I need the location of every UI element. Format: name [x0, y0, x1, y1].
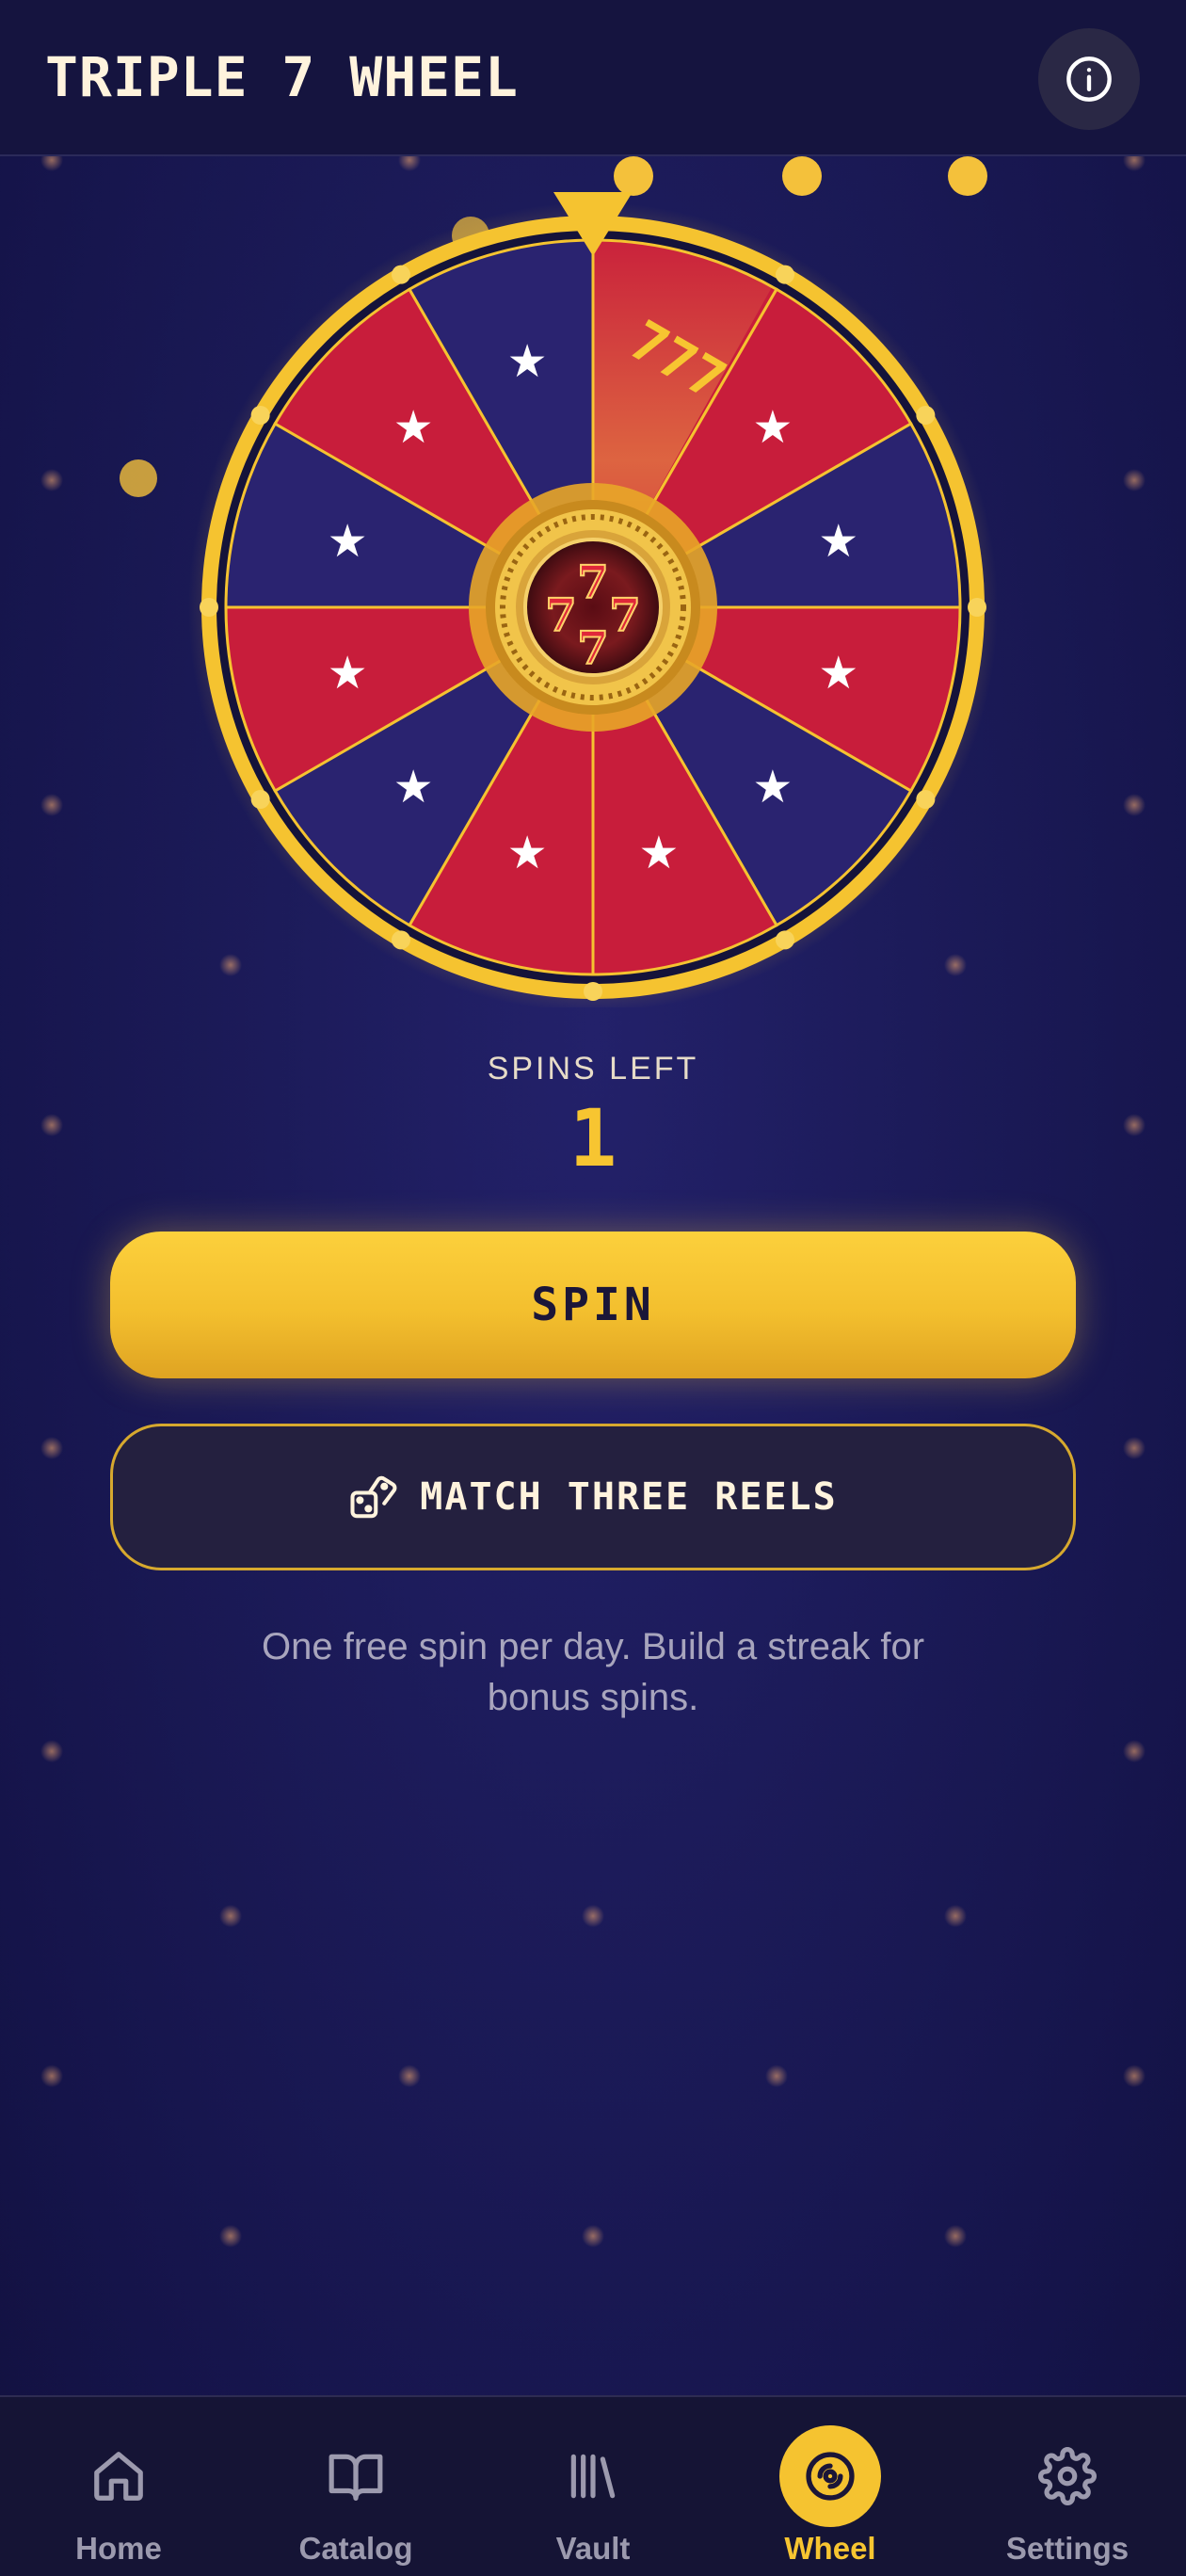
star-icon: ★ — [393, 401, 434, 454]
rim-light — [250, 790, 270, 809]
rim-light — [776, 930, 794, 950]
star-icon: ★ — [818, 515, 858, 568]
spins-left-count: 1 — [569, 1092, 617, 1184]
star-icon: ★ — [752, 401, 793, 454]
nav-item-settings[interactable]: Settings — [949, 2397, 1186, 2576]
nav-label-settings: Settings — [1005, 2531, 1130, 2566]
star-icon: ★ — [328, 647, 368, 700]
svg-text:7: 7 — [609, 589, 640, 642]
rim-light — [250, 406, 270, 425]
rim-light — [200, 598, 218, 617]
star-icon: ★ — [328, 515, 368, 568]
daily-spin-note: One free spin per day. Build a streak fo… — [261, 1626, 925, 1718]
svg-text:7: 7 — [577, 556, 608, 609]
star-icon: ★ — [752, 761, 793, 813]
book-icon — [329, 2454, 383, 2501]
info-icon — [1066, 56, 1112, 102]
nav-item-catalog[interactable]: Catalog — [237, 2397, 474, 2576]
library-icon — [570, 2454, 616, 2499]
page-title: TRIPLE 7 WHEEL — [45, 45, 519, 109]
spin-button[interactable]: SPIN — [110, 1232, 1076, 1378]
prize-wheel[interactable]: ★ ★ ★ ★ ★ ★ ★ ★ ★ ★ ★ 777 7 7 7 7 — [188, 188, 998, 1012]
gear-icon — [1038, 2447, 1097, 2505]
app-header: TRIPLE 7 WHEEL — [0, 0, 1186, 156]
rim-light — [776, 265, 794, 284]
star-icon: ★ — [393, 761, 434, 813]
nav-label-catalog: Catalog — [298, 2531, 413, 2566]
info-button[interactable] — [1038, 28, 1140, 130]
spins-left-label: SPINS LEFT — [487, 1051, 699, 1087]
match-three-reels-label: MATCH THREE REELS — [420, 1475, 838, 1519]
star-icon: ★ — [507, 335, 548, 388]
star-icon: ★ — [818, 647, 858, 700]
match-three-reels-button[interactable]: MATCH THREE REELS — [110, 1424, 1076, 1570]
rim-light — [584, 982, 602, 1001]
dice-icon — [350, 1475, 397, 1519]
star-icon: ★ — [638, 827, 679, 879]
bottom-nav: Home Catalog Vault Wheel Settings — [0, 2395, 1186, 2576]
nav-label-wheel: Wheel — [784, 2531, 876, 2566]
rim-light — [968, 598, 986, 617]
rim-light — [916, 406, 936, 425]
star-icon: ★ — [507, 827, 548, 879]
svg-text:7: 7 — [545, 589, 576, 642]
nav-label-vault: Vault — [555, 2531, 631, 2566]
home-icon — [94, 2452, 143, 2501]
nav-item-vault[interactable]: Vault — [474, 2397, 712, 2576]
wheel-icon — [806, 2452, 855, 2501]
svg-text:7: 7 — [577, 622, 608, 675]
nav-item-wheel[interactable]: Wheel — [712, 2397, 949, 2576]
rim-light — [392, 930, 410, 950]
nav-label-home: Home — [75, 2531, 162, 2566]
nav-item-home[interactable]: Home — [0, 2397, 237, 2576]
rim-light — [916, 790, 936, 809]
rim-light — [392, 265, 410, 284]
